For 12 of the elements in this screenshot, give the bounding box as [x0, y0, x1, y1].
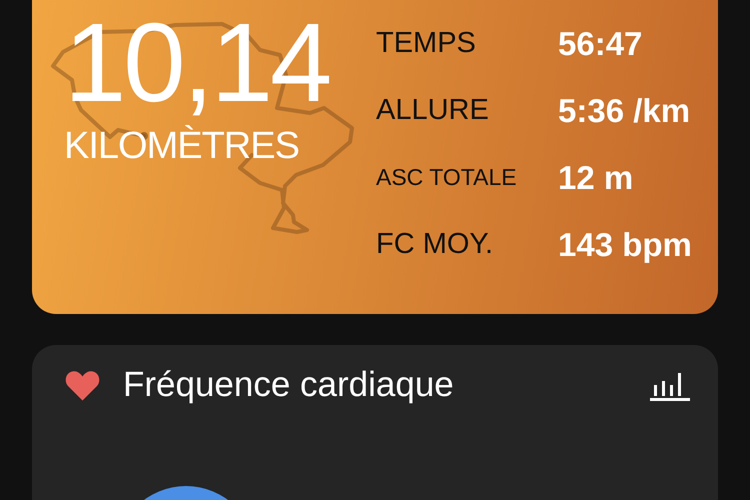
distance-value: 10,14 [64, 7, 330, 119]
stat-value: 56:47 [558, 24, 642, 62]
heart-icon [64, 368, 101, 402]
stat-value: 12 m [558, 158, 634, 196]
stat-label: FC MOY. [376, 228, 494, 261]
stat-label: ASC TOTALE [376, 164, 518, 191]
card-title: Fréquence cardiaque [123, 365, 455, 405]
stat-value: 143 bpm [558, 226, 692, 264]
distance-unit: KILOMÈTRES [64, 125, 300, 168]
stat-value: 5:36 /km [558, 92, 690, 130]
stat-label: TEMPS [376, 27, 477, 60]
stat-label: ALLURE [376, 94, 490, 127]
